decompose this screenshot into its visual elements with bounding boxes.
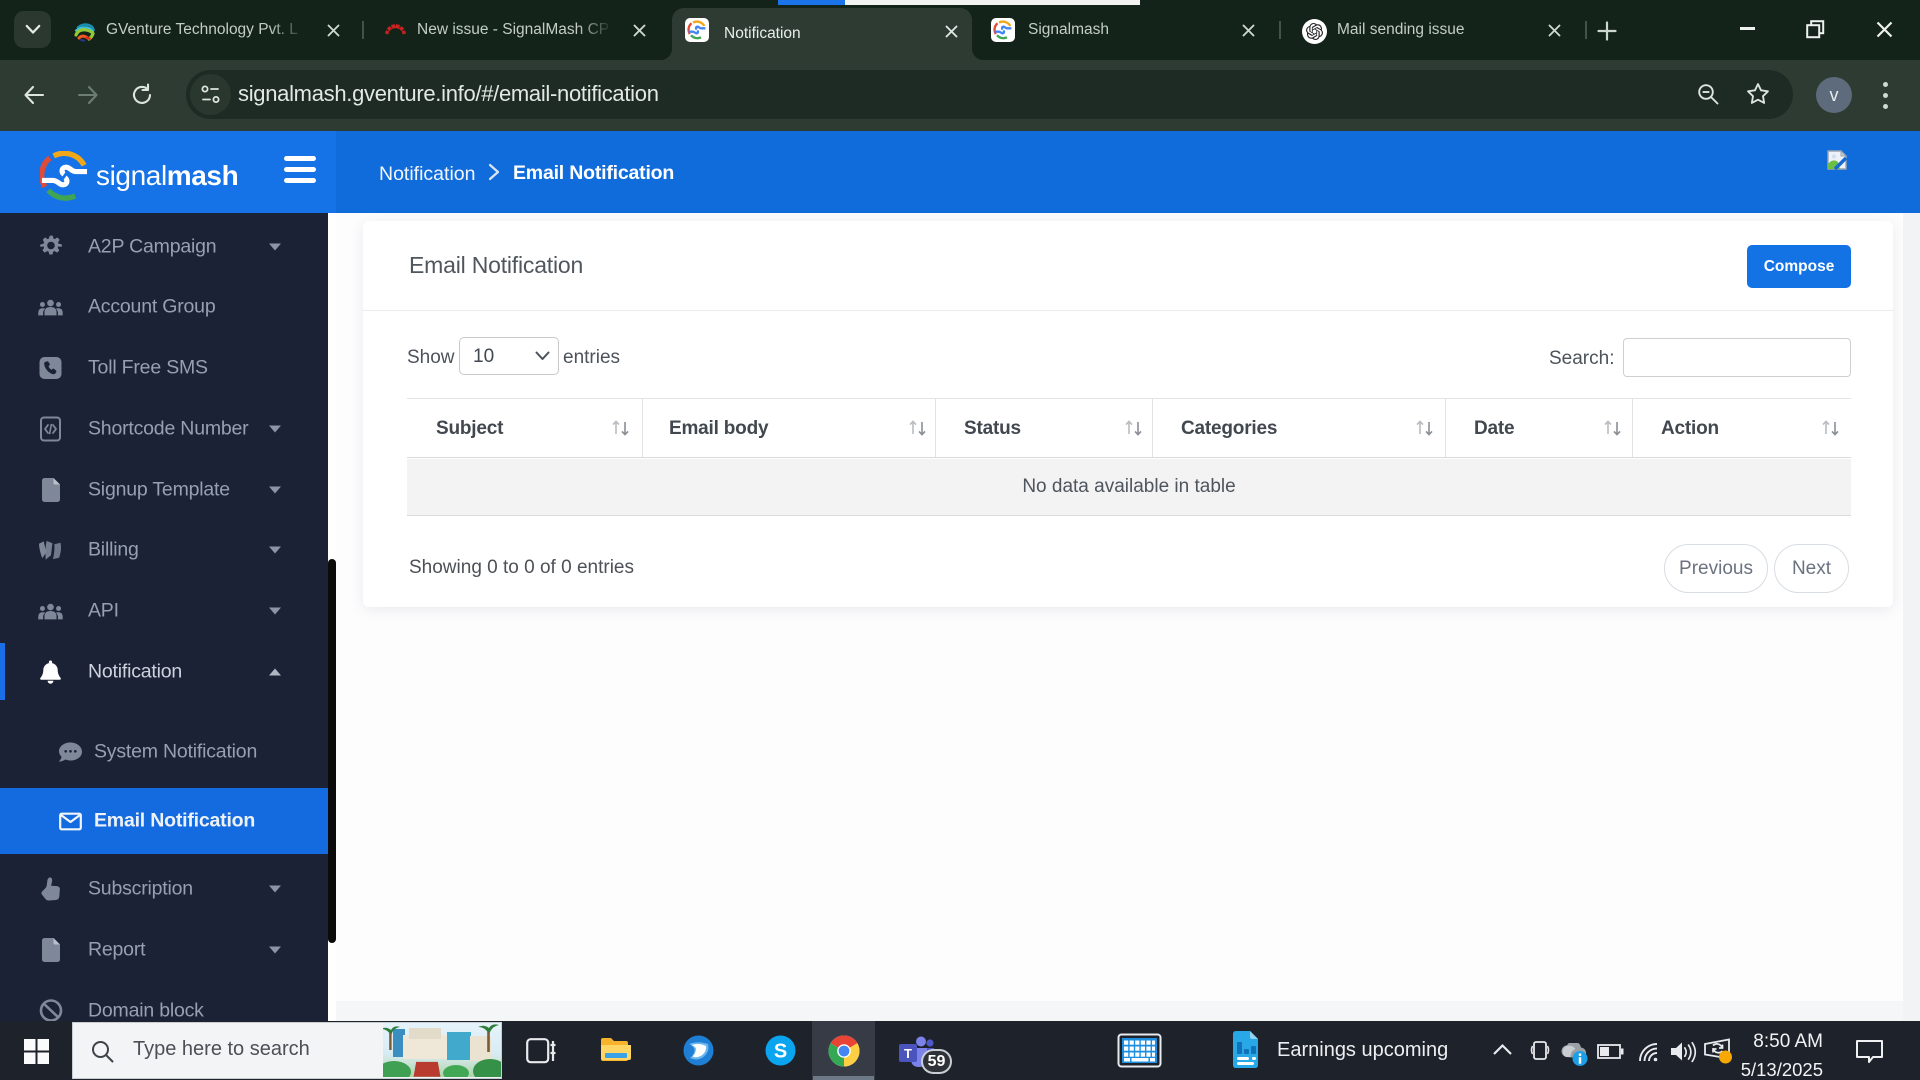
svg-text:S: S (774, 1041, 787, 1063)
svg-text:T: T (904, 1046, 912, 1061)
